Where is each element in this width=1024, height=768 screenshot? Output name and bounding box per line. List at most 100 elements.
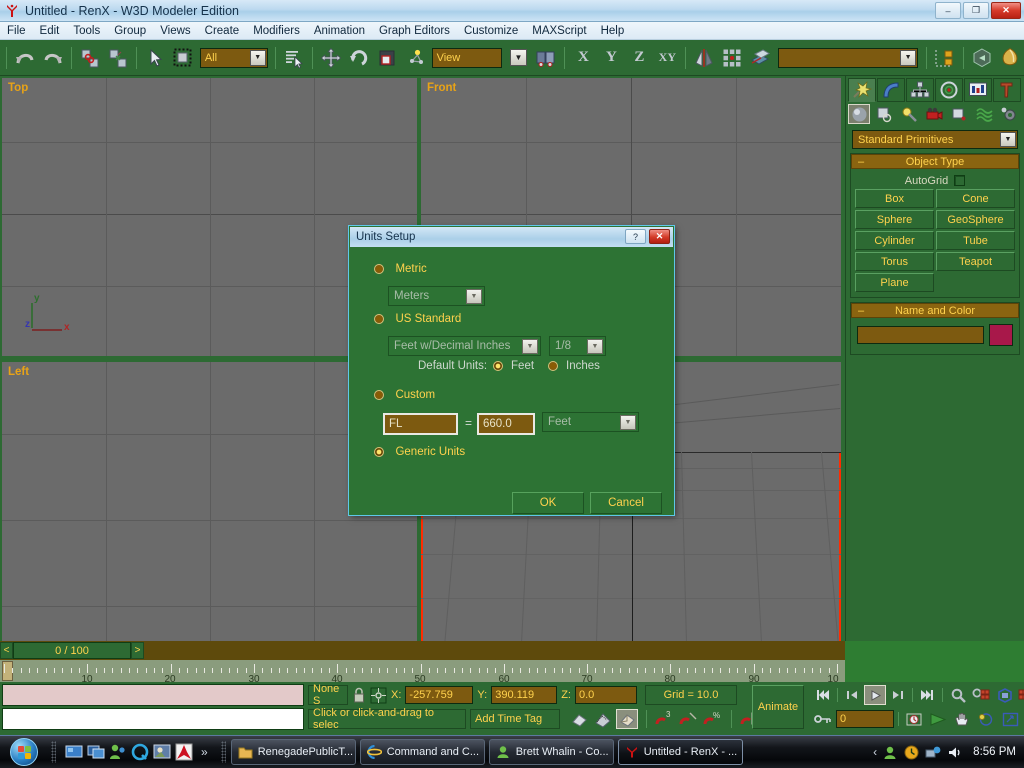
default-inches-radio[interactable] [548, 361, 558, 371]
absolute-relative-transform-icon[interactable] [370, 687, 387, 704]
chevron-down-icon[interactable]: ▼ [522, 339, 538, 354]
menu-item-file[interactable]: File [0, 24, 33, 38]
messenger-icon[interactable] [109, 743, 127, 761]
menu-item-maxscript[interactable]: MAXScript [525, 24, 593, 38]
us-format-combo[interactable]: Feet w/Decimal Inches ▼ [388, 336, 541, 356]
maximize-button[interactable]: ❐ [963, 2, 989, 19]
generic-units-radio[interactable] [374, 447, 384, 457]
modify-tab[interactable] [877, 78, 905, 102]
volume-tray-icon[interactable] [947, 745, 963, 760]
help-button[interactable]: ? [625, 229, 646, 244]
object-category-combo[interactable]: Standard Primitives ▼ [852, 130, 1018, 149]
menu-item-tools[interactable]: Tools [66, 24, 107, 38]
taskbar-button-brett-whalin[interactable]: Brett Whalin - Co... [489, 739, 614, 765]
select-and-move-icon[interactable] [318, 45, 344, 71]
ok-button[interactable]: OK [512, 492, 584, 514]
key-mode-toggle-icon[interactable] [812, 709, 834, 729]
default-feet-radio[interactable] [493, 361, 503, 371]
zoom-icon[interactable] [947, 685, 969, 705]
us-standard-radio-row[interactable]: US Standard [374, 310, 461, 328]
named-selection-sets-combo[interactable]: ▼ [778, 48, 918, 68]
menu-item-edit[interactable]: Edit [33, 24, 67, 38]
menu-item-create[interactable]: Create [198, 24, 247, 38]
object-button-torus[interactable]: Torus [855, 252, 934, 271]
chevron-down-icon[interactable]: ▼ [1000, 132, 1016, 147]
menu-item-graph-editors[interactable]: Graph Editors [372, 24, 457, 38]
dialog-close-button[interactable]: ✕ [649, 229, 670, 244]
object-button-plane[interactable]: Plane [855, 273, 934, 292]
hierarchy-tab[interactable] [906, 78, 934, 102]
helpers-button[interactable] [948, 104, 970, 124]
autogrid-checkbox[interactable] [954, 175, 965, 186]
restrict-to-xy-plane-icon[interactable]: XY [654, 45, 680, 71]
menu-item-modifiers[interactable]: Modifiers [246, 24, 307, 38]
maxscript-listener-white[interactable] [2, 708, 304, 730]
generic-units-radio-row[interactable]: Generic Units [374, 443, 465, 461]
custom-radio[interactable] [374, 390, 384, 400]
us-fraction-combo[interactable]: 1/8 ▼ [549, 336, 606, 356]
go-to-start-icon[interactable] [812, 685, 834, 705]
previous-frame-button[interactable]: < [0, 642, 13, 659]
y-coordinate-field[interactable]: 390.119 [491, 686, 557, 704]
zoom-extents-icon[interactable] [993, 685, 1015, 705]
menu-item-animation[interactable]: Animation [307, 24, 372, 38]
show-desktop-icon[interactable] [65, 743, 83, 761]
select-and-scale-icon[interactable] [374, 45, 400, 71]
add-time-tag-button[interactable]: Add Time Tag [470, 709, 560, 729]
object-button-box[interactable]: Box [855, 189, 934, 208]
rollout-header-object-type[interactable]: – Object Type [851, 154, 1019, 169]
metric-radio[interactable] [374, 264, 384, 274]
motion-tab[interactable] [935, 78, 963, 102]
tray-expand-icon[interactable]: ‹ [873, 745, 877, 759]
animate-button[interactable]: Animate [752, 685, 804, 729]
zoom-extents-all-icon[interactable] [1016, 685, 1024, 705]
chevron-down-icon[interactable]: ▼ [620, 415, 636, 430]
menu-item-views[interactable]: Views [153, 24, 197, 38]
angle-snap-toggle-icon[interactable] [679, 710, 699, 728]
menu-item-group[interactable]: Group [107, 24, 153, 38]
chevron-down-icon[interactable]: ▼ [466, 289, 482, 304]
us-standard-radio[interactable] [374, 314, 384, 324]
antivirus-tray-icon[interactable] [904, 745, 919, 760]
cancel-button[interactable]: Cancel [590, 492, 662, 514]
snaps-3d-icon[interactable]: 3 [655, 710, 675, 728]
time-configuration-icon[interactable] [903, 709, 925, 729]
object-button-sphere[interactable]: Sphere [855, 210, 934, 229]
metric-unit-combo[interactable]: Meters ▼ [388, 286, 485, 306]
object-name-input[interactable] [857, 326, 984, 344]
use-transform-center-icon[interactable] [533, 45, 559, 71]
maximize-viewport-toggle-icon[interactable] [999, 709, 1021, 729]
unlink-selection-icon[interactable] [105, 45, 131, 71]
curve-editor-icon[interactable] [932, 45, 958, 71]
restrict-to-z-icon[interactable]: Z [626, 45, 652, 71]
space-warps-button[interactable] [973, 104, 995, 124]
redo-icon[interactable] [40, 45, 66, 71]
select-and-link-icon[interactable] [77, 45, 103, 71]
menu-item-customize[interactable]: Customize [457, 24, 525, 38]
undo-icon[interactable] [12, 45, 38, 71]
angle-snap-icon[interactable] [593, 710, 612, 728]
current-key-field[interactable]: 0 [836, 710, 894, 728]
zoom-all-icon[interactable] [970, 685, 992, 705]
taskbar-button-renegade[interactable]: RenegadePublicT... [231, 739, 356, 765]
previous-frame-icon[interactable] [841, 685, 863, 705]
custom-radio-row[interactable]: Custom [374, 386, 435, 404]
quicktime-icon[interactable] [131, 743, 149, 761]
close-button[interactable]: ✕ [991, 2, 1021, 19]
maxscript-listener-pink[interactable] [2, 684, 304, 706]
select-and-rotate-icon[interactable] [346, 45, 372, 71]
rollout-collapse-icon[interactable]: – [858, 305, 864, 317]
object-button-tube[interactable]: Tube [936, 231, 1015, 250]
object-button-teapot[interactable]: Teapot [936, 252, 1015, 271]
taskbar-button-renx[interactable]: Untitled - RenX - ... [618, 739, 743, 765]
chevron-down-icon[interactable]: ▼ [900, 50, 916, 66]
minimize-button[interactable]: – [935, 2, 961, 19]
object-button-cylinder[interactable]: Cylinder [855, 231, 934, 250]
shapes-button[interactable] [873, 104, 895, 124]
systems-button[interactable] [998, 104, 1020, 124]
reference-coordinate-dropdown[interactable]: ▼ [506, 45, 532, 71]
taskbar-button-command-and-conquer[interactable]: Command and C... [360, 739, 485, 765]
play-animation-icon[interactable] [864, 685, 886, 705]
selection-lock-icon[interactable] [352, 687, 366, 704]
use-pivot-point-center-icon[interactable] [402, 45, 428, 71]
